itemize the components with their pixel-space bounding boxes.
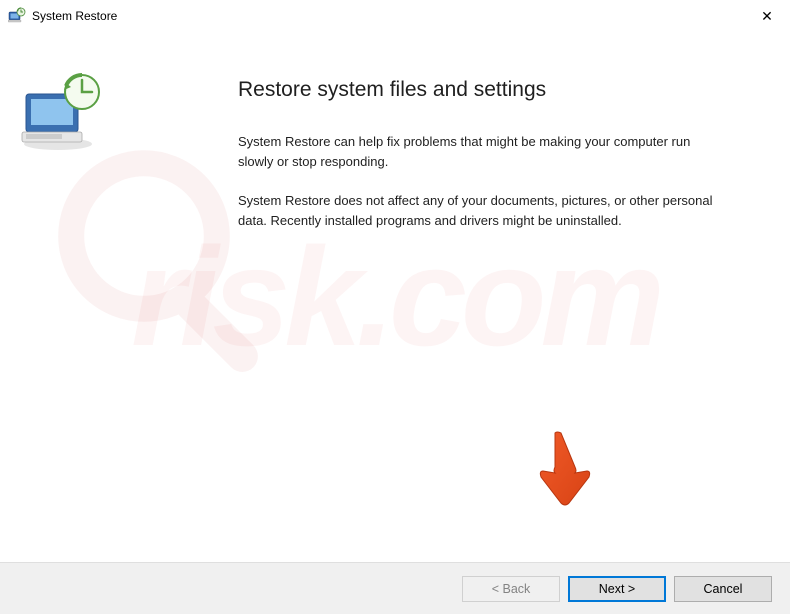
close-button[interactable]: ✕: [744, 0, 790, 32]
titlebar-left: System Restore: [8, 7, 117, 25]
back-button: < Back: [462, 576, 560, 602]
annotation-arrow-icon: [535, 429, 595, 512]
cancel-button[interactable]: Cancel: [674, 576, 772, 602]
page-heading: Restore system files and settings: [238, 78, 750, 102]
system-restore-icon: [8, 7, 26, 25]
wizard-button-row: < Back Next > Cancel: [0, 562, 790, 614]
description-para-2: System Restore does not affect any of yo…: [238, 191, 728, 230]
main-content: Restore system files and settings System…: [238, 78, 750, 250]
description-para-1: System Restore can help fix problems tha…: [238, 132, 728, 171]
wizard-graphic: [20, 72, 105, 152]
titlebar: System Restore ✕: [0, 0, 790, 32]
content-area: risk.com Restore system files and settin…: [0, 32, 790, 562]
window-title: System Restore: [32, 9, 117, 23]
close-icon: ✕: [761, 8, 773, 25]
next-button[interactable]: Next >: [568, 576, 666, 602]
